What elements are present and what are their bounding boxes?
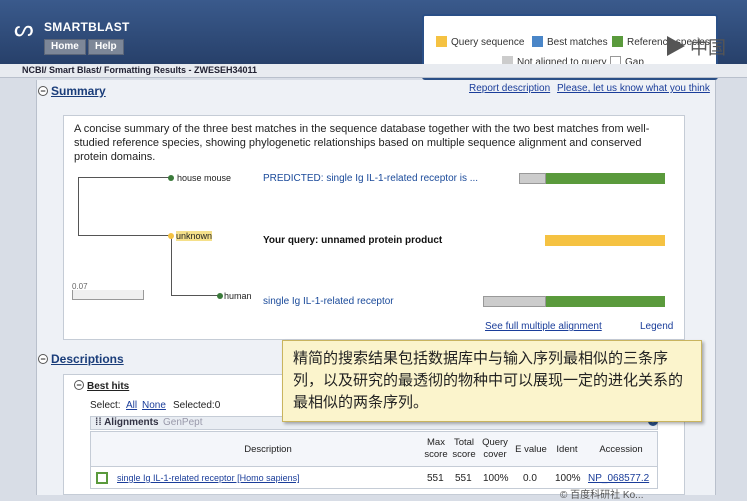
tree-node-dot: [217, 293, 223, 299]
query-row-label: Your query: unnamed protein product: [263, 235, 443, 246]
nav-help-button[interactable]: Help: [88, 39, 124, 55]
summary-heading[interactable]: − Summary: [38, 84, 106, 98]
bar-reference: [546, 296, 665, 307]
tree-leaf-mouse: house mouse: [177, 173, 232, 183]
row-description-link[interactable]: single Ig IL-1-related receptor [Homo sa…: [117, 473, 300, 483]
swatch-icon: [612, 36, 623, 47]
bar-not-aligned: [483, 296, 546, 307]
see-full-alignment-link[interactable]: See full multiple alignment: [485, 321, 602, 332]
bar-not-aligned: [519, 173, 546, 184]
brand-title: SMARTBLAST: [44, 20, 130, 34]
tree-branch: [78, 177, 79, 235]
tree-branch: [171, 235, 172, 295]
annotation-callout: 精简的搜索结果包括数据库中与输入序列最相似的三条序列，以及研究的最透彻的物种中可…: [282, 340, 702, 422]
col-query-cover[interactable]: Query cover: [480, 437, 510, 461]
breadcrumb: NCBI/ Smart Blast/ Formatting Results - …: [0, 64, 747, 78]
col-accession[interactable]: Accession: [584, 444, 658, 456]
tree-leaf-human: human: [224, 291, 252, 301]
tree-branch: [78, 177, 170, 178]
play-arrow-icon: [667, 36, 685, 56]
collapse-icon[interactable]: −: [38, 86, 48, 96]
row-total-score: 551: [455, 473, 472, 484]
bar-query: [545, 235, 665, 246]
best-hits-heading[interactable]: − Best hits: [74, 380, 129, 392]
logo-icon: ᔕ: [14, 16, 34, 41]
row-ident: 100%: [555, 473, 581, 484]
tree-node-dot: [168, 175, 174, 181]
legend-link[interactable]: Legend: [640, 321, 673, 332]
select-none-link[interactable]: None: [142, 400, 166, 411]
summary-text: A concise summary of the three best matc…: [74, 123, 650, 163]
tree-branch: [171, 295, 219, 296]
match-row-label-2[interactable]: single Ig IL-1-related receptor: [263, 296, 394, 307]
scale-bar: [72, 290, 144, 300]
col-description[interactable]: Description: [112, 444, 424, 456]
select-all-link[interactable]: All: [126, 400, 137, 411]
selected-count: Selected:0: [173, 400, 221, 411]
swatch-icon: [532, 36, 543, 47]
watermark-top: 中国: [690, 38, 726, 58]
nav-home-button[interactable]: Home: [44, 39, 86, 55]
tree-branch: [78, 235, 171, 236]
row-query-cover: 100%: [483, 473, 509, 484]
legend-best: Best matches: [532, 36, 608, 48]
row-e-value: 0.0: [523, 473, 537, 484]
col-total-score[interactable]: Total score: [450, 437, 478, 461]
select-label: Select:: [90, 400, 121, 411]
col-e-value[interactable]: E value: [512, 444, 550, 456]
report-description-link[interactable]: Report description: [469, 83, 550, 94]
tree-node-dot: [168, 233, 174, 239]
col-ident[interactable]: Ident: [552, 444, 582, 456]
collapse-icon[interactable]: −: [38, 354, 48, 364]
col-max-score[interactable]: Max score: [424, 437, 448, 461]
match-row-label-1[interactable]: PREDICTED: single Ig IL-1-related recept…: [263, 173, 478, 184]
row-checkbox[interactable]: [96, 472, 108, 484]
row-max-score: 551: [427, 473, 444, 484]
feedback-link[interactable]: Please, let us know what you think: [557, 83, 710, 94]
swatch-icon: [436, 36, 447, 47]
descriptions-heading[interactable]: − Descriptions: [38, 352, 124, 366]
genpept-link[interactable]: GenPept: [163, 417, 202, 428]
bar-reference: [546, 173, 665, 184]
tree-leaf-unknown: unknown: [176, 231, 213, 241]
row-accession-link[interactable]: NP_068577.2: [588, 473, 649, 484]
align-icon: ⁞⁞: [95, 417, 105, 428]
legend-query: Query sequence: [436, 36, 524, 48]
watermark-bottom: © 百度科研社 Ko...: [560, 490, 644, 501]
collapse-icon[interactable]: −: [74, 380, 84, 390]
alignments-button[interactable]: ⁞⁞ Alignments: [95, 417, 159, 428]
